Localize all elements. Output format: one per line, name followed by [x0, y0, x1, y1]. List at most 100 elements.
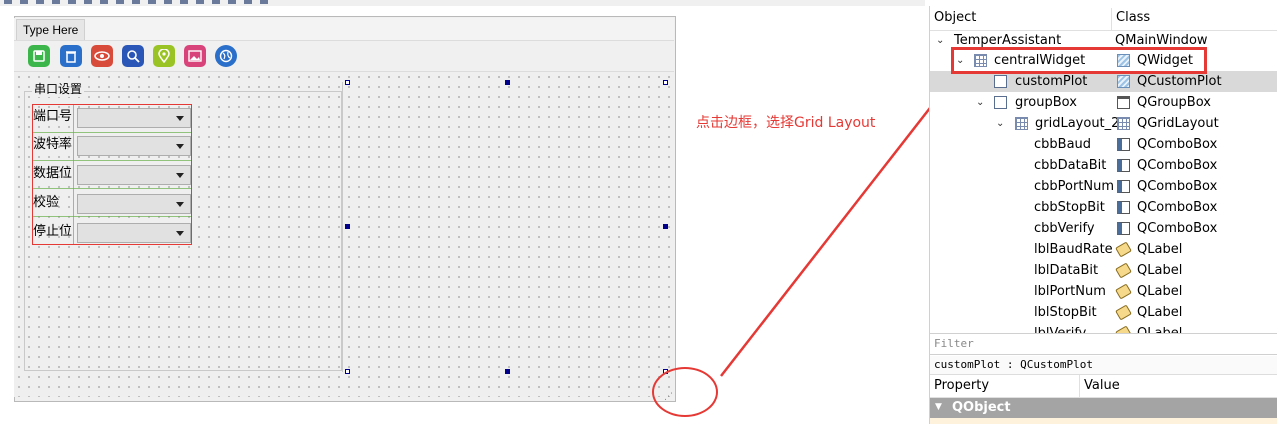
toolbar-icon[interactable] — [196, 0, 204, 4]
combo-box-icon — [1117, 180, 1130, 193]
tree-row[interactable]: cbbDataBit QComboBox — [930, 155, 1277, 176]
label-tag-icon — [1115, 325, 1132, 333]
grid-layout-icon — [1117, 117, 1130, 130]
custom-plot-border — [342, 82, 343, 372]
filter-placeholder: Filter — [934, 337, 974, 350]
selection-handle[interactable] — [505, 369, 510, 374]
baud-combo[interactable] — [77, 136, 191, 156]
chevron-down-icon — [176, 231, 184, 236]
toolbar-icon[interactable] — [244, 0, 252, 4]
widget-icon — [1117, 75, 1130, 88]
column-header-value[interactable]: Value — [1084, 378, 1120, 393]
tree-row[interactable]: ⌄ groupBox QGroupBox — [930, 92, 1277, 113]
property-group-label: QObject — [952, 400, 1011, 415]
label-tag-icon — [1115, 304, 1132, 321]
tree-row[interactable]: cbbStopBit QComboBox — [930, 197, 1277, 218]
grid-layout[interactable]: 端口号 波特率 数据位 校验 停止位 — [32, 104, 192, 245]
row-label: 校验 — [33, 195, 60, 210]
selection-handle[interactable] — [663, 224, 668, 229]
toolbar-icon[interactable] — [36, 0, 44, 4]
row-label: 停止位 — [33, 224, 73, 239]
grid-divider — [73, 105, 74, 244]
selection-handle[interactable] — [345, 80, 350, 85]
selection-handle[interactable] — [345, 369, 350, 374]
toolbar-icon[interactable] — [132, 0, 140, 4]
selection-handle[interactable] — [505, 80, 510, 85]
combo-box-icon — [1117, 159, 1130, 172]
combo-box-icon — [1117, 222, 1130, 235]
group-box-object-icon — [994, 96, 1007, 109]
object-inspector-header — [930, 8, 1277, 31]
filter-input[interactable] — [930, 333, 1277, 355]
chevron-down-icon[interactable]: ▼ — [935, 402, 942, 412]
property-row[interactable] — [930, 418, 1277, 424]
column-separator — [1111, 8, 1112, 30]
trash-icon[interactable] — [60, 45, 82, 67]
combo-box-icon — [1117, 138, 1130, 151]
toolbar-icon[interactable] — [20, 0, 28, 4]
grid-divider — [33, 132, 191, 133]
toolbar-icon[interactable] — [212, 0, 220, 4]
search-icon[interactable] — [122, 45, 144, 67]
picture-icon[interactable] — [184, 45, 206, 67]
toolbar-icon[interactable] — [100, 0, 108, 4]
label-tag-icon — [1115, 283, 1132, 300]
location-pin-icon[interactable] — [153, 45, 175, 67]
group-box-icon — [1117, 96, 1130, 109]
annotation-text: 点击边框，选择Grid Layout — [696, 115, 876, 131]
chevron-down-icon[interactable]: ⌄ — [996, 113, 1004, 134]
column-header-class[interactable]: Class — [1116, 10, 1150, 25]
toolbar-icon[interactable] — [84, 0, 92, 4]
toolbar-icon[interactable] — [116, 0, 124, 4]
group-box-title: 串口设置 — [32, 80, 85, 97]
tree-row[interactable]: lblBaudRate QLabel — [930, 239, 1277, 260]
toolbar-icon[interactable] — [68, 0, 76, 4]
tree-row[interactable]: cbbPortNum QComboBox — [930, 176, 1277, 197]
globe-icon[interactable] — [215, 45, 237, 67]
chevron-down-icon — [176, 173, 184, 178]
verify-combo[interactable] — [77, 194, 191, 214]
tree-row[interactable]: lblPortNum QLabel — [930, 281, 1277, 302]
selection-handle[interactable] — [663, 80, 668, 85]
grid-divider — [33, 160, 191, 161]
save-icon[interactable] — [28, 45, 50, 67]
tree-row[interactable]: ⌄ gridLayout_2 QGridLayout — [930, 113, 1277, 134]
menu-type-here[interactable]: Type Here — [16, 19, 86, 40]
row-label: 波特率 — [33, 137, 73, 152]
eye-icon[interactable] — [91, 45, 113, 67]
tree-row[interactable]: cbbBaud QComboBox — [930, 134, 1277, 155]
toolbar-icon[interactable] — [148, 0, 156, 4]
chevron-down-icon — [176, 202, 184, 207]
row-label: 数据位 — [33, 166, 73, 181]
selected-object-label: customPlot : QCustomPlot — [934, 358, 1093, 371]
annotation-circle — [652, 367, 718, 417]
column-separator — [1079, 375, 1080, 397]
databit-combo[interactable] — [77, 165, 191, 185]
tree-row-selected[interactable]: customPlot QCustomPlot — [930, 71, 1277, 92]
toolbar-icon[interactable] — [260, 0, 268, 4]
tree-row[interactable]: lblVerify QLabel — [930, 323, 1277, 333]
toolbar-icon[interactable] — [164, 0, 172, 4]
tree-row[interactable]: lblDataBit QLabel — [930, 260, 1277, 281]
menu-bar — [14, 18, 674, 40]
toolbar-icon[interactable] — [4, 0, 12, 4]
toolbar-icon[interactable] — [180, 0, 188, 4]
toolbar-icon[interactable] — [52, 0, 60, 4]
label-tag-icon — [1115, 241, 1132, 258]
chevron-down-icon[interactable]: ⌄ — [976, 92, 984, 113]
port-combo[interactable] — [77, 108, 191, 128]
row-label: 端口号 — [33, 109, 73, 124]
selection-handle[interactable] — [345, 224, 350, 229]
custom-plot-icon — [994, 75, 1007, 88]
column-header-property[interactable]: Property — [934, 378, 989, 393]
column-header-object[interactable]: Object — [934, 10, 976, 25]
grid-layout-icon — [1015, 117, 1028, 130]
tree-row[interactable]: cbbVerify QComboBox — [930, 218, 1277, 239]
tree-row[interactable]: lblStopBit QLabel — [930, 302, 1277, 323]
stopbit-combo[interactable] — [77, 223, 191, 243]
toolbar-icon[interactable] — [228, 0, 236, 4]
combo-box-icon — [1117, 201, 1130, 214]
chevron-down-icon — [176, 116, 184, 121]
chevron-down-icon[interactable]: ⌄ — [936, 30, 944, 51]
label-tag-icon — [1115, 262, 1132, 279]
